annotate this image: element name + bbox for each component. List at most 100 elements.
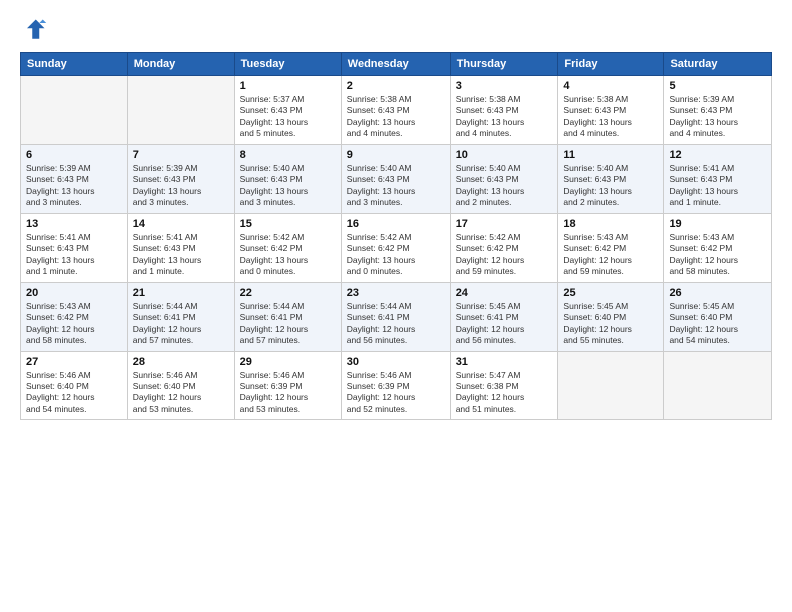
calendar-cell: 15Sunrise: 5:42 AM Sunset: 6:42 PM Dayli… bbox=[234, 213, 341, 282]
day-number: 4 bbox=[563, 80, 658, 92]
day-number: 16 bbox=[347, 218, 445, 230]
weekday-header: Friday bbox=[558, 53, 664, 76]
calendar-cell: 24 Sunrise: 5:45 AM Sunset: 6:41 PM Dayli… bbox=[450, 282, 558, 351]
calendar-cell: 5 Sunrise: 5:39 AM Sunset: 6:43 PM Daylig… bbox=[664, 76, 772, 145]
day-number: 5 bbox=[669, 80, 766, 92]
day-number: 21 bbox=[133, 287, 229, 299]
day-number: 17 bbox=[456, 218, 553, 230]
calendar-cell: 3 Sunrise: 5:38 AM Sunset: 6:43 PM Daylig… bbox=[450, 76, 558, 145]
day-info: Sunrise: 5:47 AM Sunset: 6:38 PM Dayligh… bbox=[456, 370, 553, 416]
calendar-week-row: 6 Sunrise: 5:39 AM Sunset: 6:43 PM Daylig… bbox=[21, 144, 772, 213]
calendar-cell: 8 Sunrise: 5:40 AM Sunset: 6:43 PM Daylig… bbox=[234, 144, 341, 213]
day-info: Sunrise: 5:44 AM Sunset: 6:41 PM Dayligh… bbox=[347, 301, 445, 347]
day-number: 24 bbox=[456, 287, 553, 299]
day-number: 8 bbox=[240, 149, 336, 161]
day-number: 1 bbox=[240, 80, 336, 92]
calendar-cell: 13Sunrise: 5:41 AM Sunset: 6:43 PM Dayli… bbox=[21, 213, 128, 282]
calendar-cell: 23 Sunrise: 5:44 AM Sunset: 6:41 PM Dayli… bbox=[341, 282, 450, 351]
calendar-cell: 2 Sunrise: 5:38 AM Sunset: 6:43 PM Daylig… bbox=[341, 76, 450, 145]
day-number: 31 bbox=[456, 356, 553, 368]
calendar-cell: 9 Sunrise: 5:40 AM Sunset: 6:43 PM Daylig… bbox=[341, 144, 450, 213]
calendar-cell: 4 Sunrise: 5:38 AM Sunset: 6:43 PM Daylig… bbox=[558, 76, 664, 145]
calendar-cell: 18 Sunrise: 5:43 AM Sunset: 6:42 PM Dayli… bbox=[558, 213, 664, 282]
calendar-cell: 25 Sunrise: 5:45 AM Sunset: 6:40 PM Dayli… bbox=[558, 282, 664, 351]
day-info: Sunrise: 5:37 AM Sunset: 6:43 PM Dayligh… bbox=[240, 94, 336, 140]
calendar-cell: 21Sunrise: 5:44 AM Sunset: 6:41 PM Dayli… bbox=[127, 282, 234, 351]
day-info: Sunrise: 5:44 AM Sunset: 6:41 PM Dayligh… bbox=[240, 301, 336, 347]
day-number: 22 bbox=[240, 287, 336, 299]
day-number: 29 bbox=[240, 356, 336, 368]
day-info: Sunrise: 5:39 AM Sunset: 6:43 PM Dayligh… bbox=[133, 163, 229, 209]
calendar-cell bbox=[558, 351, 664, 420]
day-number: 6 bbox=[26, 149, 122, 161]
day-number: 14 bbox=[133, 218, 229, 230]
calendar-cell: 20Sunrise: 5:43 AM Sunset: 6:42 PM Dayli… bbox=[21, 282, 128, 351]
calendar-cell: 6Sunrise: 5:39 AM Sunset: 6:43 PM Daylig… bbox=[21, 144, 128, 213]
calendar-cell: 16 Sunrise: 5:42 AM Sunset: 6:42 PM Dayli… bbox=[341, 213, 450, 282]
page: SundayMondayTuesdayWednesdayThursdayFrid… bbox=[0, 0, 792, 612]
day-info: Sunrise: 5:38 AM Sunset: 6:43 PM Dayligh… bbox=[563, 94, 658, 140]
calendar-week-row: 13Sunrise: 5:41 AM Sunset: 6:43 PM Dayli… bbox=[21, 213, 772, 282]
calendar-cell: 28 Sunrise: 5:46 AM Sunset: 6:40 PM Dayli… bbox=[127, 351, 234, 420]
day-number: 28 bbox=[133, 356, 229, 368]
day-number: 18 bbox=[563, 218, 658, 230]
calendar-cell: 26 Sunrise: 5:45 AM Sunset: 6:40 PM Dayli… bbox=[664, 282, 772, 351]
calendar: SundayMondayTuesdayWednesdayThursdayFrid… bbox=[20, 52, 772, 420]
weekday-header: Saturday bbox=[664, 53, 772, 76]
day-info: Sunrise: 5:42 AM Sunset: 6:42 PM Dayligh… bbox=[347, 232, 445, 278]
day-number: 20 bbox=[26, 287, 122, 299]
day-info: Sunrise: 5:45 AM Sunset: 6:41 PM Dayligh… bbox=[456, 301, 553, 347]
weekday-header: Thursday bbox=[450, 53, 558, 76]
calendar-week-row: 1 Sunrise: 5:37 AM Sunset: 6:43 PM Daylig… bbox=[21, 76, 772, 145]
day-info: Sunrise: 5:40 AM Sunset: 6:43 PM Dayligh… bbox=[563, 163, 658, 209]
day-info: Sunrise: 5:40 AM Sunset: 6:43 PM Dayligh… bbox=[347, 163, 445, 209]
calendar-week-row: 20Sunrise: 5:43 AM Sunset: 6:42 PM Dayli… bbox=[21, 282, 772, 351]
day-info: Sunrise: 5:40 AM Sunset: 6:43 PM Dayligh… bbox=[456, 163, 553, 209]
day-info: Sunrise: 5:46 AM Sunset: 6:39 PM Dayligh… bbox=[347, 370, 445, 416]
day-info: Sunrise: 5:46 AM Sunset: 6:40 PM Dayligh… bbox=[26, 370, 122, 416]
day-info: Sunrise: 5:45 AM Sunset: 6:40 PM Dayligh… bbox=[669, 301, 766, 347]
calendar-cell: 10Sunrise: 5:40 AM Sunset: 6:43 PM Dayli… bbox=[450, 144, 558, 213]
calendar-cell: 22 Sunrise: 5:44 AM Sunset: 6:41 PM Dayli… bbox=[234, 282, 341, 351]
calendar-cell: 27 Sunrise: 5:46 AM Sunset: 6:40 PM Dayli… bbox=[21, 351, 128, 420]
day-number: 30 bbox=[347, 356, 445, 368]
day-info: Sunrise: 5:39 AM Sunset: 6:43 PM Dayligh… bbox=[669, 94, 766, 140]
day-number: 9 bbox=[347, 149, 445, 161]
day-info: Sunrise: 5:40 AM Sunset: 6:43 PM Dayligh… bbox=[240, 163, 336, 209]
day-info: Sunrise: 5:43 AM Sunset: 6:42 PM Dayligh… bbox=[563, 232, 658, 278]
day-info: Sunrise: 5:46 AM Sunset: 6:40 PM Dayligh… bbox=[133, 370, 229, 416]
day-info: Sunrise: 5:41 AM Sunset: 6:43 PM Dayligh… bbox=[26, 232, 122, 278]
day-number: 25 bbox=[563, 287, 658, 299]
calendar-cell: 19 Sunrise: 5:43 AM Sunset: 6:42 PM Dayli… bbox=[664, 213, 772, 282]
weekday-header: Wednesday bbox=[341, 53, 450, 76]
day-info: Sunrise: 5:42 AM Sunset: 6:42 PM Dayligh… bbox=[240, 232, 336, 278]
header-row: SundayMondayTuesdayWednesdayThursdayFrid… bbox=[21, 53, 772, 76]
day-info: Sunrise: 5:38 AM Sunset: 6:43 PM Dayligh… bbox=[347, 94, 445, 140]
calendar-cell bbox=[127, 76, 234, 145]
day-number: 23 bbox=[347, 287, 445, 299]
calendar-cell: 17 Sunrise: 5:42 AM Sunset: 6:42 PM Dayli… bbox=[450, 213, 558, 282]
calendar-cell bbox=[21, 76, 128, 145]
day-number: 19 bbox=[669, 218, 766, 230]
day-number: 3 bbox=[456, 80, 553, 92]
day-number: 27 bbox=[26, 356, 122, 368]
day-info: Sunrise: 5:43 AM Sunset: 6:42 PM Dayligh… bbox=[669, 232, 766, 278]
calendar-cell: 12Sunrise: 5:41 AM Sunset: 6:43 PM Dayli… bbox=[664, 144, 772, 213]
day-number: 12 bbox=[669, 149, 766, 161]
day-number: 7 bbox=[133, 149, 229, 161]
day-number: 11 bbox=[563, 149, 658, 161]
calendar-cell: 11 Sunrise: 5:40 AM Sunset: 6:43 PM Dayli… bbox=[558, 144, 664, 213]
day-number: 26 bbox=[669, 287, 766, 299]
header bbox=[20, 16, 772, 44]
day-info: Sunrise: 5:38 AM Sunset: 6:43 PM Dayligh… bbox=[456, 94, 553, 140]
calendar-cell: 31 Sunrise: 5:47 AM Sunset: 6:38 PM Dayli… bbox=[450, 351, 558, 420]
day-info: Sunrise: 5:42 AM Sunset: 6:42 PM Dayligh… bbox=[456, 232, 553, 278]
day-info: Sunrise: 5:41 AM Sunset: 6:43 PM Dayligh… bbox=[133, 232, 229, 278]
logo bbox=[20, 16, 52, 44]
day-info: Sunrise: 5:46 AM Sunset: 6:39 PM Dayligh… bbox=[240, 370, 336, 416]
weekday-header: Monday bbox=[127, 53, 234, 76]
day-number: 2 bbox=[347, 80, 445, 92]
weekday-header: Tuesday bbox=[234, 53, 341, 76]
calendar-cell: 30 Sunrise: 5:46 AM Sunset: 6:39 PM Dayli… bbox=[341, 351, 450, 420]
day-info: Sunrise: 5:45 AM Sunset: 6:40 PM Dayligh… bbox=[563, 301, 658, 347]
